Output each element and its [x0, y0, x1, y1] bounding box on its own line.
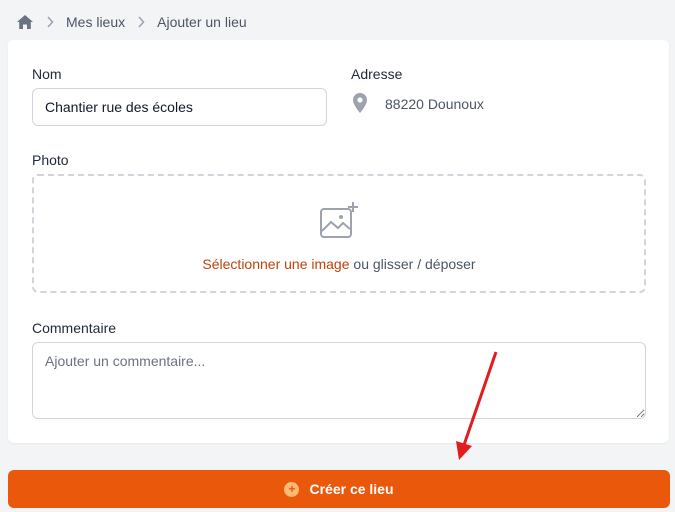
photo-dropzone[interactable]: Sélectionner une image ou glisser / dépo…: [32, 174, 646, 293]
image-add-icon: [319, 201, 359, 244]
address-label: Adresse: [351, 66, 403, 82]
home-icon[interactable]: [16, 14, 34, 30]
form-card: Nom Adresse 88220 Dounoux Photo Sélectio…: [8, 40, 669, 443]
map-pin-icon: [353, 92, 367, 116]
dropzone-hint: Sélectionner une image ou glisser / dépo…: [202, 256, 475, 272]
chevron-right-icon: [137, 16, 145, 28]
breadcrumb-item-current: Ajouter un lieu: [157, 14, 247, 30]
chevron-right-icon: [46, 16, 54, 28]
plus-circle-icon: +: [284, 481, 300, 497]
photo-label: Photo: [32, 152, 69, 168]
drop-hint-text: ou glisser / déposer: [349, 256, 476, 272]
breadcrumb-item-mes-lieux[interactable]: Mes lieux: [66, 14, 125, 30]
comment-label: Commentaire: [32, 320, 117, 336]
select-image-link[interactable]: Sélectionner une image: [202, 256, 349, 272]
address-value: 88220 Dounoux: [385, 96, 484, 112]
comment-textarea[interactable]: [32, 342, 646, 419]
create-place-label: Créer ce lieu: [309, 481, 394, 497]
breadcrumb: Mes lieux Ajouter un lieu: [16, 10, 247, 34]
create-place-button[interactable]: + Créer ce lieu: [8, 470, 670, 508]
name-label: Nom: [32, 66, 62, 82]
name-input[interactable]: [32, 88, 327, 126]
address-display: 88220 Dounoux: [353, 92, 484, 116]
